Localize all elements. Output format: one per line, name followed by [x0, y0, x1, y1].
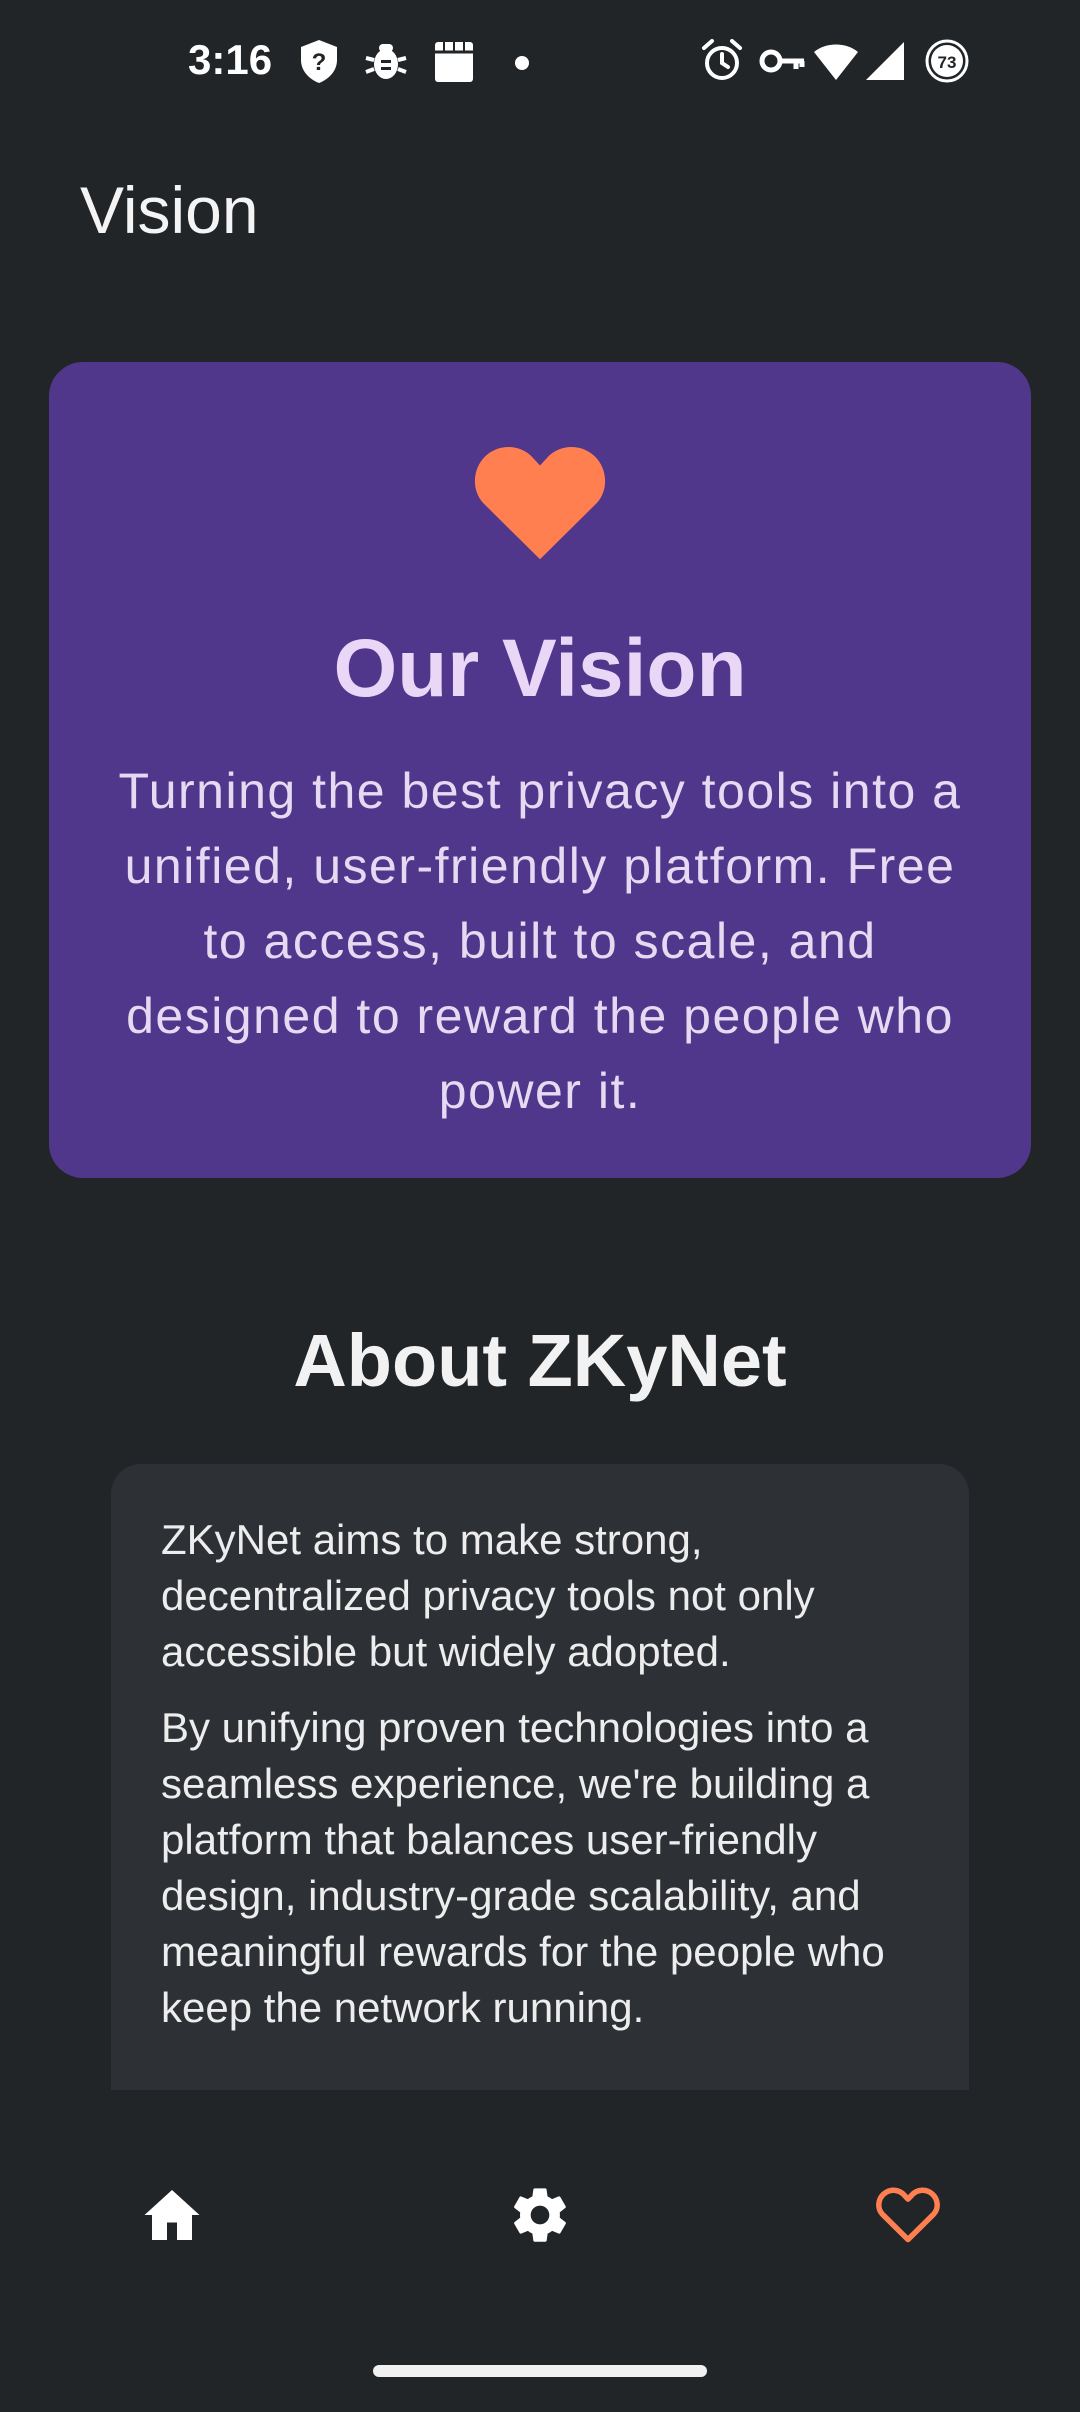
nav-home-button[interactable] — [122, 2170, 222, 2260]
battery-level: 73 — [938, 53, 957, 72]
signal-icon — [866, 42, 904, 80]
nav-vision-button[interactable] — [858, 2170, 958, 2260]
key-icon — [759, 49, 805, 73]
about-card: ZKyNet aims to make strong, decentralize… — [111, 1464, 969, 2090]
vision-description: Turning the best privacy tools into a un… — [118, 763, 962, 1119]
heart-outline-icon — [876, 2187, 940, 2243]
status-time: 3:16 — [188, 36, 273, 83]
vision-screen: 3:16 ? 73 Vision Our Vision Turning the … — [0, 0, 1080, 2412]
wifi-icon — [814, 44, 858, 80]
notification-dot-icon — [515, 56, 529, 70]
status-bar: 3:16 ? 73 — [0, 0, 1080, 120]
home-icon — [144, 2190, 200, 2240]
bottom-navigation — [0, 2150, 1080, 2280]
battery-icon: 73 — [924, 38, 970, 84]
storefront-icon — [435, 42, 473, 82]
nav-settings-button[interactable] — [490, 2170, 590, 2260]
svg-text:?: ? — [312, 49, 327, 76]
about-paragraph-2: By unifying proven technologies into a s… — [161, 1704, 885, 2031]
shield-question-icon: ? — [301, 40, 337, 83]
about-paragraph-1: ZKyNet aims to make strong, decentralize… — [161, 1516, 815, 1675]
heart-icon — [474, 447, 606, 560]
vision-card: Our Vision Turning the best privacy tool… — [49, 362, 1031, 1178]
alarm-icon — [702, 39, 742, 80]
home-indicator[interactable] — [373, 2365, 707, 2377]
vision-title: Our Vision — [333, 623, 747, 714]
page-title: Vision — [80, 173, 259, 247]
bug-icon — [365, 44, 407, 79]
gear-icon — [514, 2188, 566, 2242]
about-title: About ZKyNet — [293, 1319, 787, 1402]
